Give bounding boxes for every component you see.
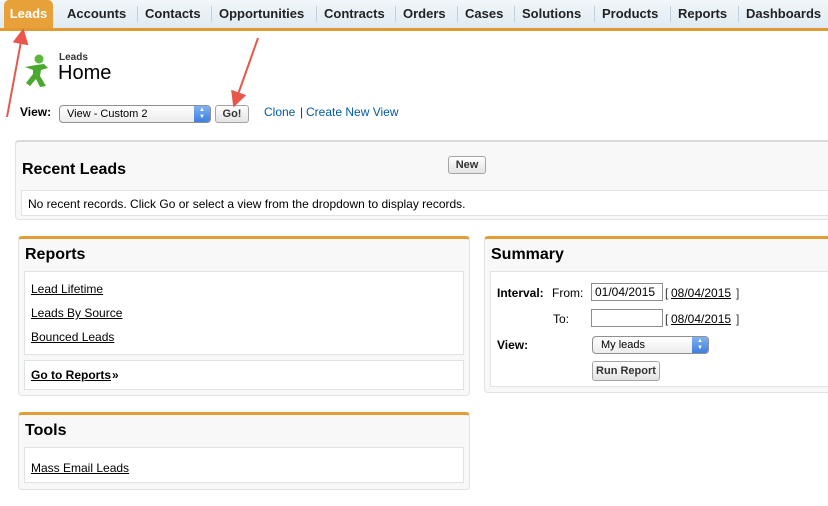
view-label: View: [20,105,52,119]
tab-contracts[interactable]: Contracts [324,0,385,28]
link-separator: | [300,105,304,119]
tab-separator [670,6,671,22]
tab-orders[interactable]: Orders [403,0,446,28]
tab-reports[interactable]: Reports [678,0,727,28]
select-arrows-icon: ▲ ▼ [692,337,708,353]
tools-list: Mass Email Leads [24,447,464,483]
tab-separator [211,6,212,22]
annotation-arrow-go-button [231,37,259,108]
no-records-message: No recent records. Click Go or select a … [28,197,466,211]
summary-title: Summary [491,246,564,263]
tab-separator [137,6,138,22]
interval-label: Interval: [497,286,544,300]
goto-reports-link[interactable]: Go to Reports [31,368,111,382]
tab-contacts[interactable]: Contacts [145,0,201,28]
report-link-lead-lifetime[interactable]: Lead Lifetime [31,282,103,296]
tab-separator [738,6,739,22]
tab-separator [457,6,458,22]
tab-dashboards[interactable]: Dashboards [746,0,821,28]
report-link-bounced-leads[interactable]: Bounced Leads [31,330,114,344]
tab-leads[interactable]: Leads [4,0,53,28]
to-default-date-link[interactable]: 08/04/2015 [671,312,731,326]
tab-opportunities[interactable]: Opportunities [219,0,304,28]
tab-solutions[interactable]: Solutions [522,0,581,28]
view-select[interactable]: View - Custom 2 ▲ ▼ [59,105,211,123]
from-open-bracket: [ [665,286,669,300]
select-arrows-icon: ▲ ▼ [194,106,210,122]
tab-products[interactable]: Products [602,0,658,28]
from-close-bracket: ] [736,286,740,300]
tab-separator [594,6,595,22]
goto-reports-row: Go to Reports » [24,360,464,390]
summary-view-select[interactable]: My leads ▲ ▼ [592,336,709,354]
view-select-value: View - Custom 2 [67,108,148,120]
tab-separator [514,6,515,22]
run-report-button[interactable]: Run Report [592,361,660,381]
recent-leads-body: No recent records. Click Go or select a … [21,190,828,216]
summary-panel: Summary Interval: From: 01/04/2015 [ 08/… [484,236,828,393]
report-link-leads-by-source[interactable]: Leads By Source [31,306,122,320]
from-label: From: [552,286,584,300]
new-button[interactable]: New [448,156,486,174]
tools-panel: Tools Mass Email Leads [18,412,470,490]
summary-view-label: View: [497,338,529,352]
reports-list: Lead Lifetime Leads By Source Bounced Le… [24,271,464,355]
clone-link[interactable]: Clone [264,105,295,119]
to-date-input[interactable] [591,309,663,327]
page-title: Home [58,62,112,84]
tools-title: Tools [25,422,67,439]
tab-accounts[interactable]: Accounts [67,0,126,28]
create-new-view-link[interactable]: Create New View [306,105,398,119]
reports-panel: Reports Lead Lifetime Leads By Source Bo… [18,236,470,396]
recent-leads-title: Recent Leads [22,161,127,178]
to-label: To: [553,312,570,326]
from-default-date-link[interactable]: 08/04/2015 [671,286,731,300]
recent-leads-panel: Recent Leads New No recent records. Clic… [15,140,828,220]
from-date-input[interactable]: 01/04/2015 [591,283,663,301]
tab-separator [395,6,396,22]
tool-link-mass-email-leads[interactable]: Mass Email Leads [31,461,129,475]
go-button[interactable]: Go! [215,105,249,123]
summary-view-value: My leads [601,339,646,351]
tab-bar: Leads Accounts Contacts Opportunities Co… [0,0,828,31]
tab-cases[interactable]: Cases [465,0,503,28]
to-close-bracket: ] [736,312,740,326]
to-open-bracket: [ [665,312,669,326]
leads-person-icon [25,54,48,87]
tab-separator [316,6,317,22]
reports-title: Reports [25,246,86,263]
goto-chevron-icon: » [112,368,119,382]
summary-body: Interval: From: 01/04/2015 [ 08/04/2015 … [490,271,828,387]
